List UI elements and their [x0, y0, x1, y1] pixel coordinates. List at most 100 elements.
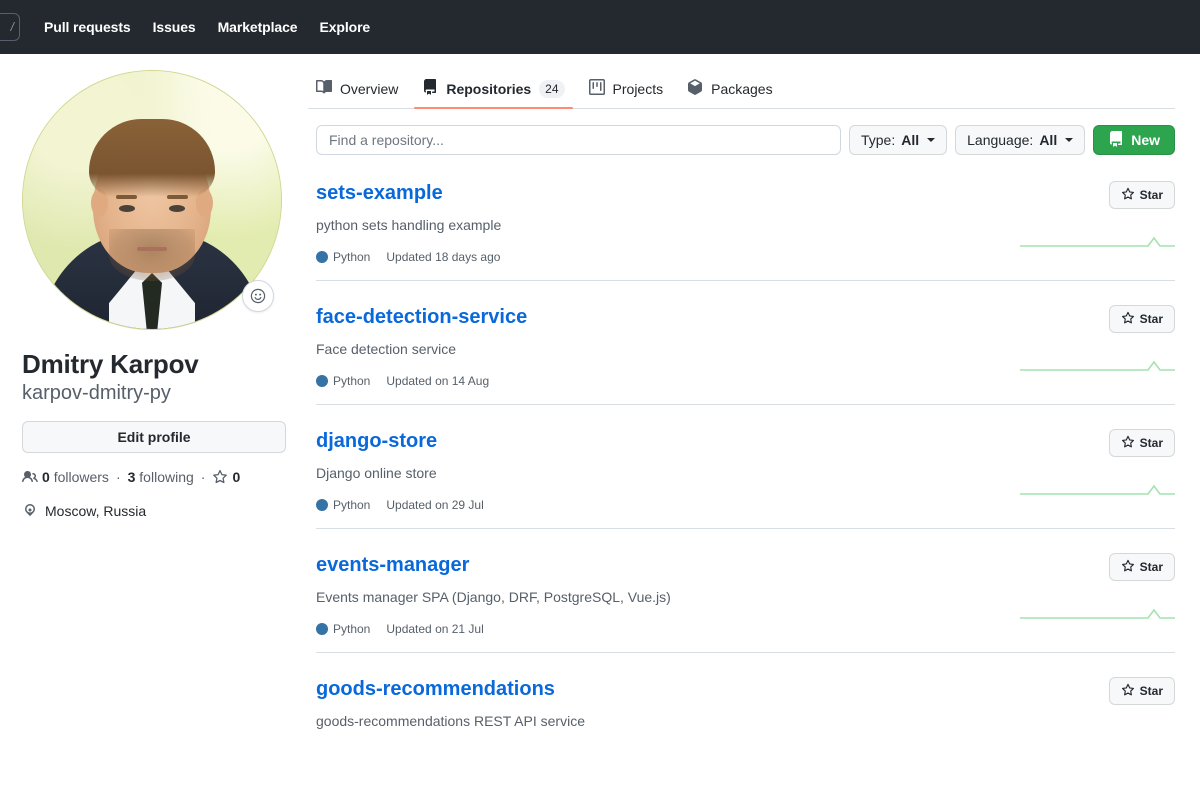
main-content: Overview Repositories 24 Projects Packag…: [308, 54, 1200, 748]
star-icon: [212, 469, 228, 485]
repository-language: Python: [316, 498, 370, 512]
page-title: Dmitry Karpov: [22, 349, 199, 379]
repository-filter-bar: Type: All Language: All New: [316, 109, 1175, 155]
language-color-dot-icon: [316, 375, 328, 387]
repository-name-link[interactable]: sets-example: [316, 181, 443, 206]
repository-updated-time: Updated on 21 Jul: [386, 622, 484, 636]
smiley-icon[interactable]: [242, 280, 274, 312]
tab-projects-label: Projects: [612, 80, 664, 97]
repository-actions: Star: [995, 677, 1175, 732]
global-search-box[interactable]: /: [0, 13, 20, 41]
repository-info: goods-recommendations goods-recommendatio…: [316, 677, 995, 732]
type-filter-dropdown[interactable]: Type: All: [848, 125, 948, 155]
repository-name-link[interactable]: django-store: [316, 429, 437, 454]
repository-name-link[interactable]: goods-recommendations: [316, 677, 555, 702]
repository-name-link[interactable]: face-detection-service: [316, 305, 527, 330]
new-repository-button[interactable]: New: [1093, 125, 1175, 155]
avatar-container: [22, 70, 282, 330]
edit-profile-button[interactable]: Edit profile: [22, 420, 286, 453]
tab-repositories[interactable]: Repositories 24: [414, 79, 573, 109]
language-name: Python: [333, 250, 371, 264]
repository-meta: Python Updated on 21 Jul: [316, 622, 979, 636]
table-row: face-detection-service Face detection ser…: [316, 281, 1175, 405]
star-button[interactable]: Star: [1108, 553, 1175, 581]
language-filter-dropdown[interactable]: Language: All: [955, 125, 1086, 155]
repo-icon: [1108, 130, 1124, 150]
stars-link[interactable]: 0: [212, 469, 240, 485]
profile-tabs: Overview Repositories 24 Projects Packag…: [308, 54, 1175, 109]
global-nav: Pull requests Issues Marketplace Explore: [44, 19, 370, 35]
language-name: Python: [333, 374, 371, 388]
nav-item-marketplace[interactable]: Marketplace: [218, 19, 298, 35]
tab-packages-label: Packages: [711, 80, 773, 97]
commit-activity-sparkline: [1020, 360, 1175, 371]
repository-meta: Python Updated on 29 Jul: [316, 498, 979, 512]
star-button-label: Star: [1139, 436, 1163, 450]
global-header: / Pull requests Issues Marketplace Explo…: [0, 0, 1200, 54]
chevron-down-icon: [927, 138, 936, 142]
avatar-hair: [89, 119, 215, 197]
repository-name-link[interactable]: events-manager: [316, 553, 469, 578]
language-name: Python: [333, 498, 371, 512]
table-row: sets-example python sets handling example…: [316, 157, 1175, 281]
repository-info: face-detection-service Face detection ser…: [316, 305, 995, 388]
nav-item-pull-requests[interactable]: Pull requests: [44, 19, 131, 35]
repository-description: goods-recommendations REST API service: [316, 713, 585, 729]
package-icon: [687, 79, 703, 98]
commit-activity-sparkline: [1020, 484, 1175, 495]
followers-link[interactable]: 0 followers: [42, 469, 109, 485]
new-repository-label: New: [1131, 132, 1160, 148]
people-icon: [22, 469, 38, 485]
avatar-beard: [109, 229, 195, 281]
profile-login: karpov-dmitry-py: [22, 381, 171, 404]
star-icon: [1121, 559, 1135, 576]
tab-repositories-label: Repositories: [446, 80, 532, 97]
repository-actions: Star: [995, 553, 1175, 636]
repository-meta: Python Updated 18 days ago: [316, 250, 979, 264]
tab-packages[interactable]: Packages: [679, 79, 780, 108]
stats-separator-2: ·: [200, 468, 206, 485]
repository-description: Events manager SPA (Django, DRF, Postgre…: [316, 589, 671, 605]
star-button[interactable]: Star: [1108, 677, 1175, 705]
repository-actions: Star: [995, 305, 1175, 388]
avatar-eye-right: [169, 205, 185, 212]
star-button[interactable]: Star: [1108, 429, 1175, 457]
tab-repositories-count: 24: [539, 79, 565, 98]
repository-language: Python: [316, 374, 370, 388]
star-button[interactable]: Star: [1108, 181, 1175, 209]
star-button-label: Star: [1139, 312, 1163, 326]
following-link[interactable]: 3 following: [128, 469, 194, 485]
search-shortcut-hint: /: [10, 20, 14, 34]
following-label: following: [139, 468, 194, 485]
stats-separator-1: ·: [115, 468, 121, 485]
repository-updated-time: Updated on 14 Aug: [386, 374, 490, 388]
followers-count: 0: [42, 468, 50, 485]
star-icon: [1121, 311, 1135, 328]
nav-item-explore[interactable]: Explore: [319, 19, 370, 35]
tab-projects[interactable]: Projects: [581, 79, 672, 108]
search-input[interactable]: [316, 125, 841, 155]
table-row: events-manager Events manager SPA (Django…: [316, 529, 1175, 653]
table-row: django-store Django online store Python Upd…: [316, 405, 1175, 529]
repo-icon: [422, 79, 438, 98]
repository-info: sets-example python sets handling example…: [316, 181, 995, 264]
location-icon: [22, 502, 38, 521]
avatar-eyebrow-left: [116, 195, 137, 199]
commit-activity-sparkline: [1020, 236, 1175, 247]
profile-sidebar: Dmitry Karpov karpov-dmitry-py Edit prof…: [0, 54, 316, 748]
book-icon: [316, 79, 333, 98]
repository-description: python sets handling example: [316, 217, 502, 233]
location-text: Moscow, Russia: [45, 503, 147, 519]
star-button[interactable]: Star: [1108, 305, 1175, 333]
language-name: Python: [333, 622, 371, 636]
repository-info: django-store Django online store Python Upd…: [316, 429, 995, 512]
project-icon: [588, 79, 605, 98]
star-icon: [1121, 683, 1135, 700]
language-color-dot-icon: [316, 499, 328, 511]
language-color-dot-icon: [316, 623, 328, 635]
avatar-mouth: [137, 247, 167, 251]
star-icon: [1121, 187, 1135, 204]
nav-item-issues[interactable]: Issues: [153, 19, 196, 35]
tab-overview[interactable]: Overview: [308, 79, 406, 108]
commit-activity-sparkline: [1020, 608, 1175, 619]
